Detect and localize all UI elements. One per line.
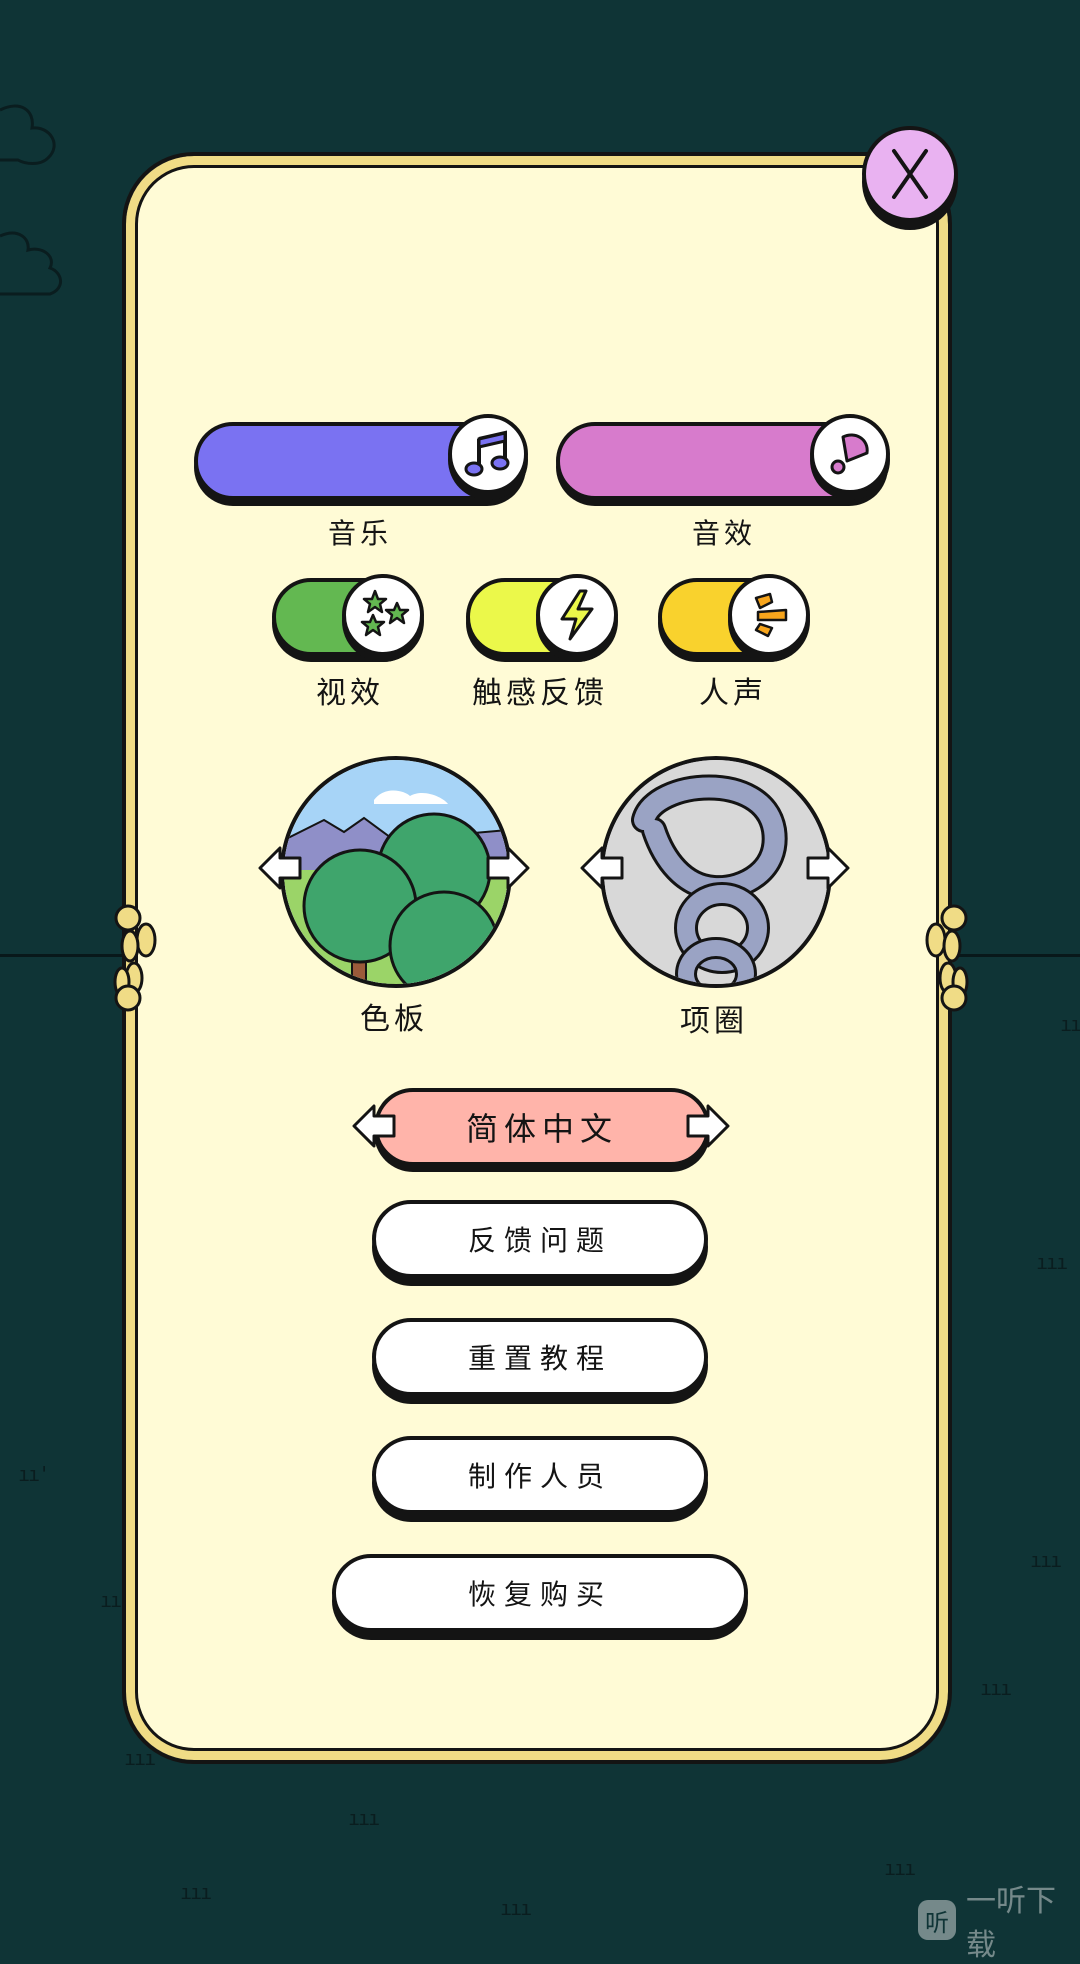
cloud-icon	[0, 104, 56, 165]
grass-tuft: ııı	[180, 1880, 212, 1904]
collar-preview[interactable]	[600, 756, 832, 988]
grass-tuft: ıı	[1060, 1012, 1080, 1036]
grass-tuft: ııı	[124, 1746, 156, 1770]
forest-landscape-icon	[284, 760, 508, 984]
grass-tuft: ııı	[348, 1806, 380, 1830]
haptics-label: 触感反馈	[472, 676, 608, 711]
restore-purchases-button[interactable]: 恢复购买	[332, 1554, 748, 1632]
music-slider-knob[interactable]	[448, 414, 528, 494]
visual-effects-knob	[342, 574, 424, 656]
haptics-toggle[interactable]	[466, 574, 618, 656]
language-selector[interactable]: 简体中文	[374, 1088, 710, 1166]
music-label: 音乐	[327, 517, 392, 550]
rope-knot-left-icon	[113, 904, 157, 1012]
music-note-icon	[464, 430, 510, 477]
sfx-slider-knob[interactable]	[810, 414, 890, 494]
sfx-volume-slider[interactable]	[556, 414, 890, 500]
language-value: 简体中文	[465, 1110, 618, 1148]
voice-label: 人声	[699, 676, 767, 711]
stars-icon	[360, 589, 410, 637]
haptics-knob	[536, 574, 618, 656]
sfx-label: 音效	[691, 517, 756, 550]
grass-tuft: ıı	[100, 1588, 122, 1612]
credits-button[interactable]: 制作人员	[372, 1436, 708, 1514]
palette-label: 色板	[360, 1002, 428, 1037]
language-next-arrow[interactable]	[684, 1102, 732, 1150]
reset-tutorial-button[interactable]: 重置教程	[372, 1318, 708, 1396]
grass-tuft: ııı	[884, 1856, 916, 1880]
palette-prev-arrow[interactable]	[256, 844, 304, 892]
settings-panel	[122, 152, 952, 1764]
feedback-button[interactable]: 反馈问题	[372, 1200, 708, 1278]
close-icon	[892, 149, 928, 199]
grass-tuft: ıı'	[18, 1462, 50, 1486]
voice-toggle[interactable]	[658, 574, 810, 656]
grass-tuft: ııı	[1036, 1250, 1068, 1274]
grass-tuft: ııı	[500, 1896, 532, 1920]
voice-knob	[728, 574, 810, 656]
watermark: 听 一听下载	[918, 1876, 1080, 1964]
cloud-icon	[0, 231, 62, 296]
chain-collar-icon	[604, 760, 828, 984]
palette-next-arrow[interactable]	[484, 844, 532, 892]
grass-tuft: ııı	[1030, 1548, 1062, 1572]
rope-knot-right-icon	[925, 904, 969, 1012]
watermark-text: 一听下载	[966, 1884, 1056, 1963]
collar-next-arrow[interactable]	[804, 844, 852, 892]
collar-prev-arrow[interactable]	[578, 844, 626, 892]
sound-waves-icon	[754, 592, 788, 638]
visual-effects-toggle[interactable]	[272, 574, 424, 656]
watermark-badge: 听	[918, 1900, 956, 1940]
collar-label: 项圈	[680, 1004, 748, 1039]
close-button[interactable]	[862, 126, 958, 222]
palette-preview[interactable]	[280, 756, 512, 988]
grass-tuft: ııı	[980, 1676, 1012, 1700]
visual-effects-label: 视效	[316, 676, 384, 711]
language-prev-arrow[interactable]	[350, 1102, 398, 1150]
music-volume-slider[interactable]	[194, 414, 528, 500]
megaphone-icon	[830, 433, 869, 475]
lightning-icon	[560, 589, 594, 641]
